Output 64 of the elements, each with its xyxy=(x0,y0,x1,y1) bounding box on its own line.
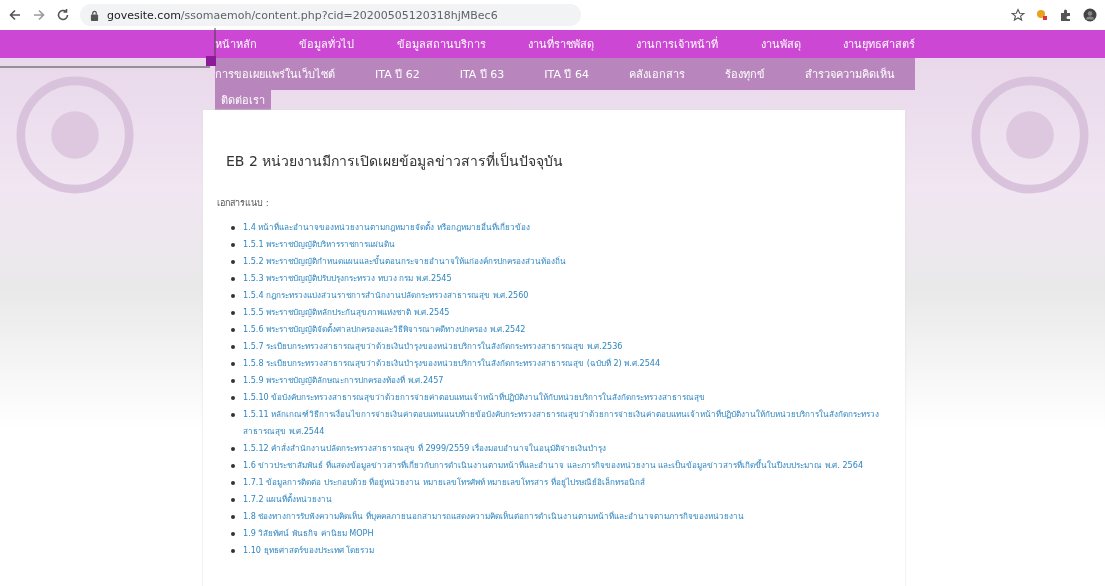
document-link[interactable]: 1.6 ข่าวประชาสัมพันธ์ ที่แสดงข้อมูลข่าวสารที่เกี่ยวกับการดำเนินงานตามหน้าที่และอำนาจ และภารกิจของหน่วยงาน และเป็นข้อมูลข่าวสารที่เกิดขึ้นในปีงบประมาณ พ.ศ. 2564 xyxy=(243,457,864,474)
document-link[interactable]: 1.5.4 กฎกระทรวงแบ่งส่วนราชการสำนักงานปลัดกระทรวงสาธารณสุข พ.ศ.2560 xyxy=(243,287,529,304)
bullet-icon xyxy=(231,311,235,315)
bullet-icon xyxy=(231,413,235,417)
document-link[interactable]: 1.5.11 หลักเกณฑ์วิธีการเงื่อนไขการจ่ายเงินค่าตอบแทนแนบท้ายข้อบังคับกระทรวงสาธารณสุขว่าด้วยการจ่ายเงินค่าตอบแทนเจ้าหน้าที่ปฏิบัติงานให้กับหน่วยบริการในสังกัดกระทรวงสาธารณสุข พ.ศ.2544 xyxy=(243,406,891,440)
document-link[interactable]: 1.5.1 พระราชบัญญัติบริหารราชการแผ่นดิน xyxy=(243,236,396,253)
document-link[interactable]: 1.7.2 แผนที่ตั้งหน่วยงาน xyxy=(243,491,333,508)
nav-link[interactable]: หน้าหลัก xyxy=(215,35,257,53)
nav-link[interactable]: ร้องทุกข์ xyxy=(724,65,765,83)
nav-link[interactable]: งานที่ราชพัสดุ xyxy=(528,35,594,53)
bullet-icon xyxy=(231,277,235,281)
nav-link[interactable]: ITA ปี 64 xyxy=(544,65,589,83)
bullet-icon xyxy=(231,362,235,366)
lock-icon xyxy=(90,9,99,21)
document-link[interactable]: 1.5.5 พระราชบัญญัติหลักประกันสุขภาพแห่งชาติ พ.ศ.2545 xyxy=(243,304,450,321)
bullet-icon xyxy=(231,396,235,400)
back-icon[interactable] xyxy=(8,8,22,22)
star-icon[interactable] xyxy=(1011,8,1025,22)
bullet-icon xyxy=(231,464,235,468)
bullet-icon xyxy=(231,226,235,230)
nav-link[interactable]: ข้อมูลสถานบริการ xyxy=(396,35,486,53)
address-bar[interactable]: govesite.com/ssomaemoh/content.php?cid=20200505120318hjMBec6 xyxy=(80,4,581,26)
nav-link[interactable]: งานการเจ้าหน้าที่ xyxy=(636,35,719,53)
bullet-icon xyxy=(231,481,235,485)
url-path: /ssomaemoh/content.php?cid=20200505120318hjMBec6 xyxy=(180,8,498,22)
document-link[interactable]: 1.5.7 ระเบียบกระทรวงสาธารณสุขว่าด้วยเงินบำรุงของหน่วยบริการในสังกัดกระทรวงสาธารณสุข พ.ศ.2536 xyxy=(243,338,623,355)
bullet-icon xyxy=(231,532,235,536)
puzzle-icon[interactable] xyxy=(1059,8,1073,22)
reload-icon[interactable] xyxy=(56,8,70,22)
nav-link[interactable]: ข้อมูลทั่วไป xyxy=(299,35,355,53)
document-link[interactable]: 1.5.6 พระราชบัญญัติจัดตั้งศาลปกครองและวิธีพิจารณาคดีทางปกครอง พ.ศ.2542 xyxy=(243,321,526,338)
document-link[interactable]: 1.5.8 ระเบียบกระทรวงสาธารณสุขว่าด้วยเงินบำรุงของหน่วยบริการในสังกัดกระทรวงสาธารณสุข (ฉบับที่ 2) พ.ศ.2544 xyxy=(243,355,661,372)
document-link[interactable]: 1.5.9 พระราชบัญญัติลักษณะการปกครองท้องที่ พ.ศ.2457 xyxy=(243,372,444,389)
bullet-icon xyxy=(231,260,235,264)
document-link[interactable]: 1.9 วิสัยทัศน์ พันธกิจ ค่านิยม MOPH xyxy=(243,525,374,542)
attachments-label: เอกสารแนบ : xyxy=(217,197,270,210)
bullet-icon xyxy=(231,243,235,247)
document-link[interactable]: 1.7.1 ข้อมูลการติดต่อ ประกอบด้วย ที่อยู่หน่วยงาน หมายเลขโทรศัพท์ หมายเลขโทรสาร ที่อยู่ไปรษณีย์อิเล็กทรอนิกส์ xyxy=(243,474,646,491)
page-title: EB 2 หน่วยงานมีการเปิดเผยข้อมูลข่าวสารที่เป็นปัจจุบัน xyxy=(226,151,565,172)
nav-link[interactable]: การขอเผยแพร่ในเว็บไซต์ xyxy=(215,65,335,83)
nav-link[interactable]: งานพัสดุ xyxy=(760,35,801,53)
bullet-icon xyxy=(231,328,235,332)
nav-link[interactable]: ITA ปี 63 xyxy=(459,65,505,83)
document-link[interactable]: 1.5.3 พระราชบัญญัติปรับปรุงกระทรวง ทบวง กรม พ.ศ.2545 xyxy=(243,270,452,287)
nav-link[interactable]: งานยุทธศาสตร์ xyxy=(842,35,915,53)
url-host: govesite.com xyxy=(107,8,181,22)
nav-link[interactable]: คลังเอกสาร xyxy=(628,65,685,83)
document-link[interactable]: 1.5.12 คำสั่งสำนักงานปลัดกระทรวงสาธารณสุข ที่ 2999/2559 เรื่องมอบอำนาจในอนุมัติจ่ายเงินบำรุง xyxy=(243,440,606,457)
bullet-icon xyxy=(231,379,235,383)
document-link[interactable]: 1.5.10 ข้อบังคับกระทรวงสาธารณสุขว่าด้วยการจ่ายค่าตอบแทนเจ้าหน้าที่ปฏิบัติงานให้กับหน่วยบริการในสังกัดกระทรวงสาธารณสุข xyxy=(243,389,706,406)
document-link[interactable]: 1.4 หน้าที่และอำนาจของหน่วยงานตามกฎหมายจัดตั้ง หรือกฎหมายอื่นที่เกี่ยวข้อง xyxy=(243,219,531,236)
avatar-icon[interactable] xyxy=(1083,8,1097,22)
bullet-icon xyxy=(231,345,235,349)
document-link[interactable]: 1.5.2 พระราชบัญญัติกำหนดแผนและขั้นตอนกระจายอำนาจให้แก่องค์กรปกครองส่วนท้องถิ่น xyxy=(243,253,567,270)
nav-link[interactable]: ITA ปี 62 xyxy=(375,65,420,83)
bullet-icon xyxy=(231,498,235,502)
document-link[interactable]: 1.8 ช่องทางการรับฟังความคิดเห็น ที่บุคคลภายนอกสามารถแสดงความคิดเห็นต่อการดำเนินงานตามหน้าที่และอำนาจตามภารกิจของหน่วยงาน xyxy=(243,508,745,525)
bullet-icon xyxy=(231,515,235,519)
bullet-icon xyxy=(231,447,235,451)
forward-icon[interactable] xyxy=(32,8,46,22)
bullet-icon xyxy=(231,294,235,298)
nav-link[interactable]: สำรวจความคิดเห็น xyxy=(804,65,895,83)
document-link[interactable]: 1.10 ยุทธศาสตร์ของประเทศ โดยรวม xyxy=(243,542,375,559)
bullet-icon xyxy=(231,549,235,553)
